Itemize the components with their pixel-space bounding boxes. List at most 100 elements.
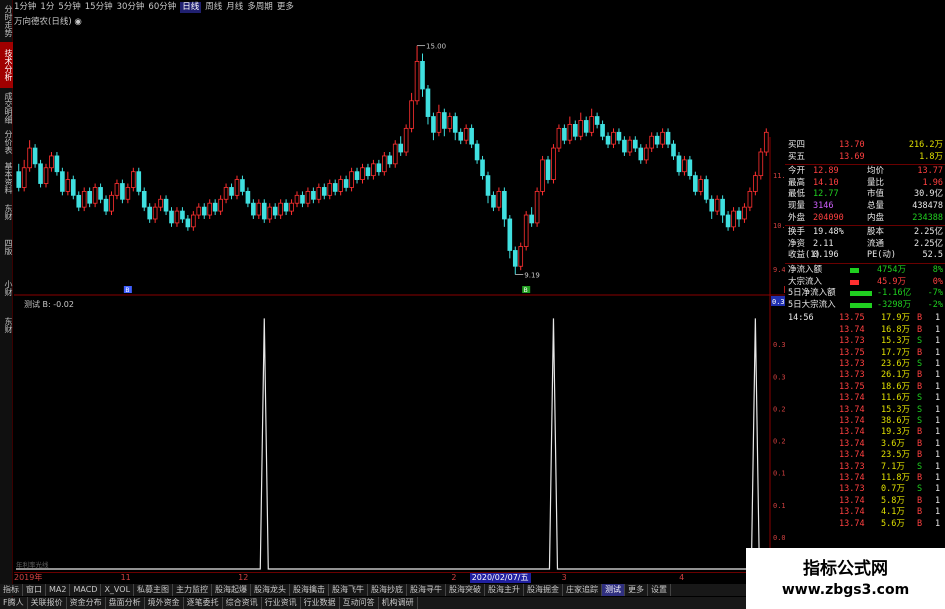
candle-body: [376, 163, 382, 173]
date-label: 11: [120, 573, 131, 582]
tick-price: 13.74: [839, 324, 865, 335]
candle-body: [649, 135, 654, 149]
tick-side: S: [917, 484, 923, 495]
left-tab-6[interactable]: 四版: [0, 228, 13, 266]
tick-row: 13.73 7.1万 S 1: [785, 462, 945, 473]
quote-row: 现量 3146 总量 438478: [785, 201, 945, 212]
candle-body: [382, 155, 387, 173]
candle-body: [442, 112, 447, 129]
tick-price: 13.74: [839, 507, 865, 518]
kline-chart[interactable]: 15.009.1911.6010.449.40BBS测试 B: -0.020.3…: [14, 12, 785, 572]
indicator-button-7[interactable]: 股海起爆: [212, 584, 252, 596]
candle-body: [463, 127, 469, 141]
indicator-button-2[interactable]: MA2: [46, 584, 71, 596]
info-button-6[interactable]: 综合资讯: [223, 597, 262, 609]
candle-body: [447, 116, 453, 129]
candle-body: [289, 202, 294, 212]
indicator-button-14[interactable]: 股海主升: [485, 584, 525, 596]
quote-extra: 8%: [932, 265, 943, 275]
candle-body: [562, 127, 567, 141]
info-button-9[interactable]: 互动问答: [340, 597, 379, 609]
candle-body: [480, 159, 485, 177]
indicator-button-9[interactable]: 股海擒击: [290, 584, 330, 596]
tick-volume: 15.3万: [881, 336, 910, 347]
indicator-current-value: 0.39: [772, 298, 785, 306]
indicator-axis-label: 0.35: [773, 341, 785, 349]
tick-volume: 16.8万: [881, 324, 910, 335]
info-button-7[interactable]: 行业资讯: [262, 597, 301, 609]
tick-volume: 19.3万: [881, 427, 910, 438]
indicator-button-0[interactable]: 指标: [0, 584, 23, 596]
indicator-button-12[interactable]: 股海寻牛: [407, 584, 447, 596]
tick-price: 13.74: [839, 450, 865, 461]
quote-row: 买四 13.70 216.2万: [785, 140, 945, 151]
quote-row: 最高 14.10 量比 1.96: [785, 178, 945, 189]
indicator-button-16[interactable]: 庄家追踪: [563, 584, 603, 596]
left-tab-3[interactable]: 分价表: [0, 127, 13, 157]
indicator-button-15[interactable]: 股海掘金: [524, 584, 564, 596]
candle-body: [163, 198, 169, 212]
indicator-button-11[interactable]: 股海抄底: [368, 584, 408, 596]
left-tab-5[interactable]: 东财: [0, 198, 13, 226]
indicator-button-19[interactable]: 设置: [648, 584, 672, 596]
tick-row: 13.73 15.3万 S 1: [785, 336, 945, 347]
info-button-0[interactable]: F腾人: [0, 597, 28, 609]
tick-price: 13.75: [839, 381, 865, 392]
tick-side: B: [917, 507, 923, 518]
candle-body: [360, 167, 365, 180]
info-button-10[interactable]: 机构调研: [379, 597, 418, 609]
quote-label: 5日净流入额: [788, 288, 836, 299]
indicator-button-13[interactable]: 股海突破: [446, 584, 486, 596]
candle-body: [60, 171, 65, 192]
low-price-label: 9.19: [524, 272, 540, 280]
indicator-button-18[interactable]: 更多: [625, 584, 649, 596]
left-tab-1[interactable]: 技术分析: [0, 42, 13, 88]
info-button-2[interactable]: 资金分布: [67, 597, 106, 609]
info-button-4[interactable]: 境外资金: [145, 597, 184, 609]
quote-row: 买五 13.69 1.8万: [785, 152, 945, 163]
indicator-button-6[interactable]: 主力监控: [173, 584, 213, 596]
quote-label: 大宗流入: [788, 276, 823, 287]
candle-body: [16, 171, 22, 188]
tick-side: S: [917, 393, 923, 404]
indicator-button-1[interactable]: 窗口: [23, 584, 46, 596]
indicator-button-4[interactable]: X_VOL: [101, 584, 135, 596]
indicator-button-10[interactable]: 股海飞牛: [329, 584, 369, 596]
candle-body: [321, 187, 327, 196]
candle-body: [583, 120, 589, 133]
candle-body: [354, 171, 360, 180]
candle-body: [687, 159, 693, 177]
info-button-1[interactable]: 关联报价: [28, 597, 67, 609]
left-tab-8[interactable]: 东财: [0, 310, 13, 340]
left-tab-4[interactable]: 基本资料: [0, 160, 13, 196]
indicator-button-5[interactable]: 私募主图: [134, 584, 174, 596]
quote-extra: -2%: [927, 299, 943, 310]
candle-body: [212, 202, 218, 212]
info-button-8[interactable]: 行业数据: [301, 597, 340, 609]
left-tab-0[interactable]: 分时走势: [0, 2, 13, 40]
indicator-button-17[interactable]: 测试: [602, 584, 626, 596]
tick-side: B: [917, 347, 923, 358]
info-button-3[interactable]: 盘面分析: [106, 597, 145, 609]
quote-label-2: 均价: [867, 166, 885, 177]
tick-count: 1: [935, 461, 941, 472]
indicator-button-8[interactable]: 股海龙头: [251, 584, 291, 596]
candle-body: [218, 198, 223, 212]
tick-volume: 7.1万: [881, 461, 905, 472]
date-axis: 2019年 11 12 2 2020/02/07/五 3 4: [14, 572, 749, 583]
candle-body: [714, 198, 720, 212]
candle-body: [594, 116, 600, 125]
date-label: 3: [561, 573, 567, 582]
candle-body: [589, 116, 594, 133]
candle-body: [305, 190, 311, 204]
watermark: 指标公式网 www.zbgs3.com: [746, 548, 945, 609]
left-tab-2[interactable]: 成交明细: [0, 92, 13, 124]
tick-count: 1: [935, 427, 941, 438]
left-tab-7[interactable]: 小财: [0, 268, 13, 308]
candle-body: [512, 250, 518, 267]
indicator-axis-label: 0.25: [773, 405, 785, 413]
tick-side: B: [917, 518, 923, 529]
info-button-5[interactable]: 逐笔委托: [184, 597, 223, 609]
indicator-button-3[interactable]: MACD: [70, 584, 102, 596]
date-label: 4: [679, 573, 685, 582]
